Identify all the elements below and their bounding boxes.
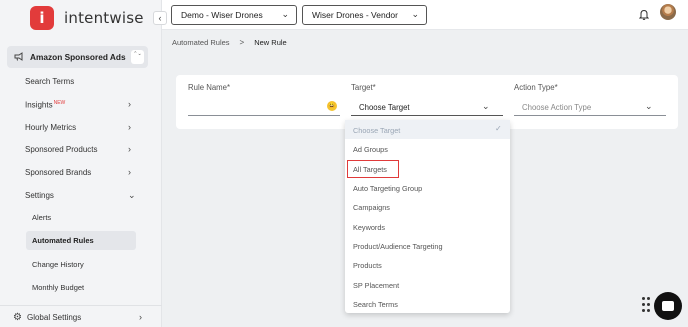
sidebar-item-insights[interactable]: InsightsNEW (25, 100, 65, 110)
chevron-down-icon: ⌄ (411, 9, 419, 19)
check-icon: ✓ (495, 124, 502, 133)
profile-select-value: Wiser Drones - Vendor (312, 10, 398, 20)
emoji-picker-icon[interactable]: 😀 (327, 101, 337, 111)
sidebar-item-global-settings[interactable]: ⚙ Global Settings (13, 312, 81, 323)
chat-icon (662, 301, 674, 311)
sidebar-item-settings[interactable]: Settings (25, 191, 54, 200)
logo[interactable]: i intentwise (30, 6, 144, 30)
sidebar-subitem-alerts[interactable]: Alerts (32, 213, 51, 222)
profile-select[interactable]: Wiser Drones - Vendor ⌄ (302, 5, 427, 25)
chat-button[interactable] (654, 292, 682, 320)
chevron-down-icon[interactable]: ⌄ (482, 101, 490, 112)
chevron-right-icon[interactable]: › (128, 122, 131, 132)
highlight-box (347, 160, 399, 178)
megaphone-icon (14, 51, 26, 63)
dropdown-option[interactable]: Ad Groups (353, 145, 388, 154)
logo-mark: i (30, 6, 54, 30)
logo-text: intentwise (64, 9, 144, 27)
dropdown-option[interactable]: Campaigns (353, 203, 390, 212)
dropdown-option[interactable]: Products (353, 261, 382, 270)
chevron-down-icon: ⌄ (281, 9, 289, 19)
collapse-sidebar-button[interactable]: ‹ (153, 11, 167, 25)
chevron-down-icon[interactable]: ⌄ (645, 101, 653, 112)
gear-icon: ⚙ (13, 312, 22, 323)
sidebar-subitem-automated-rules[interactable]: Automated Rules (32, 236, 94, 245)
action-type-select[interactable] (514, 115, 666, 116)
chevron-left-icon: ‹ (158, 13, 162, 23)
sidebar-item-search-terms[interactable]: Search Terms (25, 77, 74, 86)
chevron-right-icon[interactable]: › (128, 99, 131, 109)
updown-chevron-icon[interactable]: ⌃⌄ (131, 50, 144, 64)
breadcrumb-separator: > (239, 38, 245, 47)
dropdown-option[interactable]: Choose Target (353, 126, 400, 135)
sidebar-item-sponsored-brands[interactable]: Sponsored Brands (25, 168, 91, 177)
dropdown-option[interactable]: SP Placement (353, 281, 399, 290)
rule-name-input[interactable] (188, 115, 340, 116)
dropdown-option[interactable]: Keywords (353, 223, 385, 232)
new-badge: NEW (53, 100, 66, 106)
sidebar-item-hourly-metrics[interactable]: Hourly Metrics (25, 123, 76, 132)
account-select-value: Demo - Wiser Drones (181, 10, 263, 20)
product-switcher-label: Amazon Sponsored Ads (30, 52, 126, 62)
sidebar-subitem-change-history[interactable]: Change History (32, 260, 84, 269)
dropdown-option[interactable]: Search Terms (353, 300, 398, 309)
breadcrumb-parent[interactable]: Automated Rules (172, 38, 230, 47)
chevron-down-icon[interactable]: ⌄ (128, 190, 136, 201)
chevron-right-icon[interactable]: › (128, 144, 131, 154)
sidebar-item-label: Global Settings (26, 313, 82, 322)
dropdown-option[interactable]: Auto Targeting Group (353, 184, 422, 193)
breadcrumb: Automated Rules > New Rule (172, 38, 287, 47)
avatar[interactable] (660, 4, 676, 20)
breadcrumb-current: New Rule (254, 38, 287, 47)
account-select[interactable]: Demo - Wiser Drones ⌄ (171, 5, 297, 25)
bell-icon[interactable] (638, 9, 650, 23)
target-select-value[interactable]: Choose Target (359, 103, 410, 112)
action-type-label: Action Type* (514, 83, 558, 92)
product-switcher[interactable]: Amazon Sponsored Ads ⌃⌄ (7, 46, 148, 68)
target-label: Target* (351, 83, 376, 92)
grip-icon[interactable] (642, 297, 650, 313)
chevron-right-icon[interactable]: › (139, 312, 142, 322)
sidebar-item-label: Insights (25, 100, 53, 110)
target-select[interactable] (351, 115, 503, 116)
rule-name-label: Rule Name* (188, 83, 231, 92)
action-type-select-value[interactable]: Choose Action Type (522, 103, 591, 112)
sidebar-subitem-monthly-budget[interactable]: Monthly Budget (32, 283, 84, 292)
sidebar: i intentwise Amazon Sponsored Ads ⌃⌄ Sea… (0, 0, 162, 327)
chevron-right-icon[interactable]: › (128, 167, 131, 177)
divider (0, 305, 162, 306)
dropdown-option[interactable]: Product/Audience Targeting (353, 242, 443, 251)
sidebar-item-sponsored-products[interactable]: Sponsored Products (25, 145, 98, 154)
